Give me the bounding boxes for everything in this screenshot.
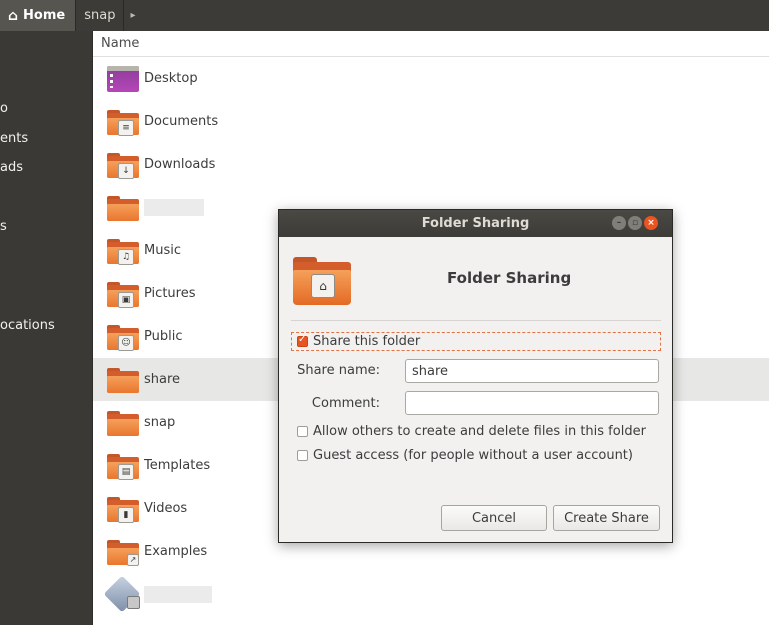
path-bar: ⌂ Home snap ▸ (0, 0, 769, 31)
file-name: Templates (144, 458, 211, 473)
sidebar: o ents ads s ocations (0, 31, 92, 625)
file-name: Music (144, 243, 181, 258)
path-home-label: Home (23, 8, 66, 23)
file-row-downloads[interactable]: ↓ Downloads (93, 143, 769, 186)
allow-others-checkbox-row[interactable]: Allow others to create and delete files … (292, 424, 646, 439)
share-folder-checkbox[interactable] (297, 334, 308, 347)
file-name: Pictures (144, 286, 196, 301)
dialog-window-title: Folder Sharing (421, 216, 530, 231)
sidebar-item-documents[interactable]: ents (0, 131, 28, 146)
sidebar-item-recent[interactable]: o (0, 101, 8, 116)
examples-folder-icon: ↗ (107, 537, 139, 567)
allow-others-label: Allow others to create and delete files … (313, 424, 646, 439)
folder-icon (107, 193, 139, 223)
drive-icon (103, 575, 141, 612)
share-folder-label: Share this folder (313, 334, 421, 349)
public-folder-icon: ☺ (107, 322, 139, 352)
file-name: Videos (144, 501, 188, 516)
cancel-button[interactable]: Cancel (441, 505, 547, 531)
dialog-heading: Folder Sharing (447, 269, 572, 287)
pictures-folder-icon: ▣ (107, 279, 139, 309)
dialog-separator (291, 320, 661, 321)
column-header-name[interactable]: Name (93, 31, 769, 57)
redacted-file-name (144, 586, 212, 603)
file-name: Examples (144, 544, 208, 559)
desktop-folder-icon (107, 64, 139, 94)
path-forward-arrow-icon[interactable]: ▸ (123, 0, 141, 31)
guest-access-checkbox-row[interactable]: Guest access (for people without a user … (292, 448, 633, 463)
file-name: Public (144, 329, 183, 344)
sidebar-item-downloads[interactable]: ads (0, 160, 23, 175)
documents-folder-icon: ≡ (107, 107, 139, 137)
home-icon: ⌂ (8, 7, 19, 24)
column-header-label: Name (101, 36, 140, 51)
comment-input[interactable] (405, 391, 659, 415)
file-row-drive[interactable] (93, 573, 769, 616)
close-icon[interactable]: × (644, 216, 658, 230)
comment-label: Comment: (311, 396, 380, 411)
file-row-documents[interactable]: ≡ Documents (93, 100, 769, 143)
templates-folder-icon: ▤ (107, 451, 139, 481)
path-snap-label: snap (84, 8, 116, 23)
file-name: snap (144, 415, 176, 430)
dialog-titlebar[interactable]: Folder Sharing – ▫ × (279, 210, 672, 237)
videos-folder-icon: ▮ (107, 494, 139, 524)
file-name: share (144, 372, 181, 387)
path-home-button[interactable]: ⌂ Home (0, 0, 76, 31)
folder-icon (107, 408, 139, 438)
sidebar-item-videos[interactable]: s (0, 219, 7, 234)
downloads-folder-icon: ↓ (107, 150, 139, 180)
file-row-desktop[interactable]: Desktop (93, 57, 769, 100)
allow-others-checkbox[interactable] (297, 426, 308, 437)
folder-sharing-dialog: Folder Sharing – ▫ × ⌂ Folder Sharing Sh… (278, 209, 673, 543)
file-name: Downloads (144, 157, 216, 172)
share-name-label: Share name: (297, 363, 380, 378)
file-name: Documents (144, 114, 219, 129)
shared-folder-icon: ⌂ (291, 257, 353, 307)
sidebar-item-other-locations[interactable]: ocations (0, 318, 55, 333)
path-snap-button[interactable]: snap (75, 0, 123, 31)
file-name: Desktop (144, 71, 198, 86)
create-share-button[interactable]: Create Share (553, 505, 660, 531)
share-folder-checkbox-row[interactable]: Share this folder (291, 332, 661, 351)
music-folder-icon: ♫ (107, 236, 139, 266)
guest-access-checkbox[interactable] (297, 450, 308, 461)
minimize-icon[interactable]: – (612, 216, 626, 230)
guest-access-label: Guest access (for people without a user … (313, 448, 633, 463)
folder-icon (107, 365, 139, 395)
maximize-icon[interactable]: ▫ (628, 216, 642, 230)
redacted-file-name (144, 199, 204, 216)
share-name-input[interactable] (405, 359, 659, 383)
